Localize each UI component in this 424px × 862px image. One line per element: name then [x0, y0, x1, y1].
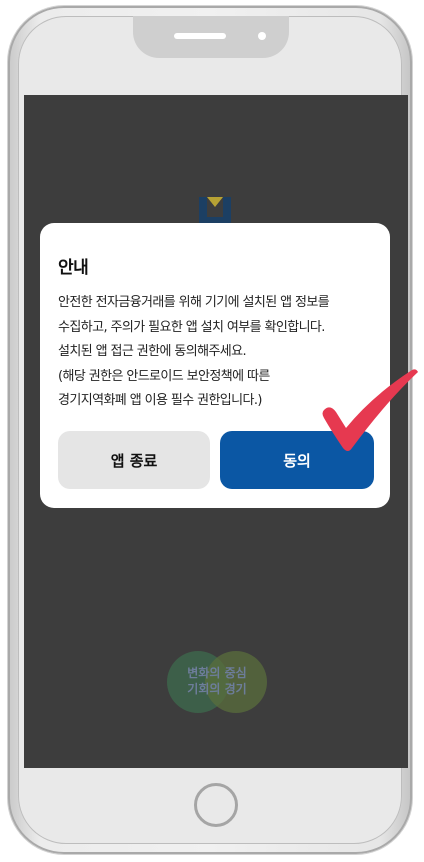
exit-app-button[interactable]: 앱 종료: [58, 431, 210, 489]
speaker-icon: [174, 33, 226, 39]
slogan-line-2: 기회의 경기: [187, 682, 247, 696]
camera-icon: [258, 32, 266, 40]
slogan-line-1: 변화의 중심: [187, 666, 247, 680]
dialog-title: 안내: [58, 258, 89, 278]
checkmark-icon: [322, 369, 418, 451]
slogan-badge: 변화의 중심 기회의 경기: [167, 651, 267, 713]
dialog-message-line: 안전한 전자금융거래를 위해 기기에 설치된 앱 정보를: [58, 295, 330, 310]
dialog-message-line: 수집하고, 주의가 필요한 앱 설치 여부를 확인합니다.: [58, 319, 325, 335]
dialog-message-line: 설치된 앱 접근 권한에 동의해주세요.: [58, 344, 247, 359]
home-button[interactable]: [194, 783, 238, 827]
